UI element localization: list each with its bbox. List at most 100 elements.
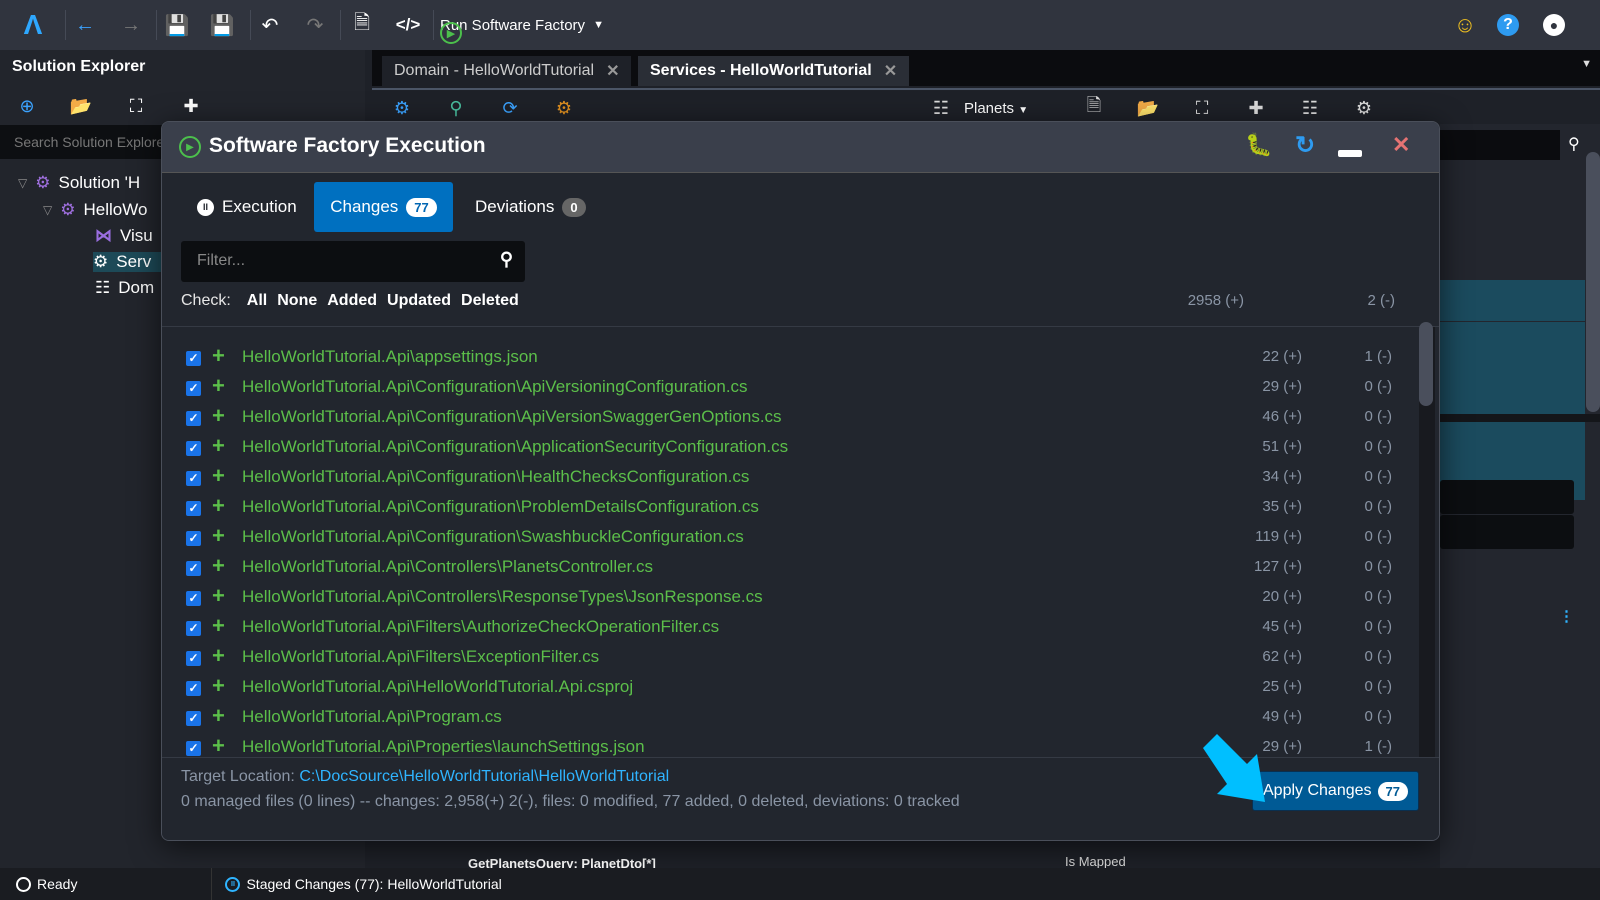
staged-changes-status[interactable]: Staged Changes (77): HelloWorldTutorial — [246, 876, 501, 892]
row-checkbox[interactable]: ✓ — [186, 381, 201, 396]
check-none[interactable]: None — [277, 292, 317, 310]
row-checkbox[interactable]: ✓ — [186, 351, 201, 366]
tree-item-services[interactable]: ⚙ Serv — [93, 252, 163, 272]
file-path[interactable]: HelloWorldTutorial.Api\Configuration\Hea… — [242, 467, 749, 487]
table-row[interactable]: ✓ + HelloWorldTutorial.Api\Configuration\P… — [162, 492, 1417, 522]
diagram-icon[interactable]: ☷ — [1298, 96, 1322, 120]
right-scrollbar[interactable] — [1586, 152, 1600, 412]
open-folder-icon[interactable]: 📂 — [70, 95, 92, 117]
table-row[interactable]: ✓ + HelloWorldTutorial.Api\HelloWorldTutor… — [162, 672, 1417, 702]
right-search[interactable] — [1440, 130, 1560, 160]
add-icon[interactable]: ⊕ — [16, 95, 38, 117]
expand-icon[interactable]: ⛶ — [125, 95, 147, 117]
tree-item-visual-studio[interactable]: ⋈ Visu — [95, 226, 153, 246]
check-deleted[interactable]: Deleted — [461, 292, 519, 310]
api-row[interactable] — [1440, 280, 1585, 321]
tab-execution[interactable]: II Execution — [179, 182, 315, 232]
apply-changes-button[interactable]: Apply Changes 77 — [1252, 771, 1419, 811]
search-icon[interactable]: ⚲ — [500, 249, 513, 270]
file-path[interactable]: HelloWorldTutorial.Api\Configuration\Api… — [242, 407, 782, 427]
file-path[interactable]: HelloWorldTutorial.Api\HelloWorldTutoria… — [242, 677, 633, 697]
expand-arrow-icon[interactable]: ▽ — [18, 176, 27, 190]
table-row[interactable]: ✓ + HelloWorldTutorial.Api\Configuration\A… — [162, 372, 1417, 402]
close-tab-icon[interactable]: ✕ — [606, 61, 619, 81]
gears-icon[interactable]: ⚙ — [552, 96, 576, 120]
file-path[interactable]: HelloWorldTutorial.Api\Filters\Exception… — [242, 647, 599, 667]
settings-icon[interactable]: ⚙ — [1352, 96, 1376, 120]
run-software-factory-button[interactable]: ▶ Run Software Factory ▼ — [440, 10, 604, 44]
feedback-smiley-icon[interactable]: ☺ — [1452, 12, 1478, 38]
query-icon[interactable]: ⚲ — [444, 96, 468, 120]
filter-input[interactable]: Filter... ⚲ — [181, 241, 525, 282]
row-checkbox[interactable]: ✓ — [186, 621, 201, 636]
tab-changes[interactable]: Changes 77 — [314, 182, 453, 232]
row-checkbox[interactable]: ✓ — [186, 741, 201, 756]
save-all-icon[interactable]: 💾 — [209, 12, 235, 38]
close-tab-icon[interactable]: ✕ — [884, 61, 897, 81]
export-icon[interactable]: 🗎 — [349, 12, 375, 38]
row-checkbox[interactable]: ✓ — [186, 501, 201, 516]
property-input[interactable] — [1440, 480, 1574, 514]
collapse-icon[interactable]: ✚ — [180, 95, 202, 117]
row-checkbox[interactable]: ✓ — [186, 531, 201, 546]
table-row[interactable]: ✓ + HelloWorldTutorial.Api\Configuration\S… — [162, 522, 1417, 552]
tab-deviations[interactable]: Deviations 0 — [457, 182, 604, 232]
refresh-icon[interactable]: ↻ — [1295, 131, 1315, 160]
tree-item-app[interactable]: ▽ ⚙ HelloWo — [43, 200, 147, 220]
file-path[interactable]: HelloWorldTutorial.Api\Controllers\Respo… — [242, 587, 763, 607]
collapse-icon[interactable]: ✚ — [1244, 96, 1268, 120]
file-path[interactable]: HelloWorldTutorial.Api\Program.cs — [242, 707, 502, 727]
table-row[interactable]: ✓ + HelloWorldTutorial.Api\Configuration\A… — [162, 432, 1417, 462]
expand-arrow-icon[interactable]: ▽ — [43, 203, 52, 217]
table-row[interactable]: ✓ + HelloWorldTutorial.Api\Configuration\A… — [162, 402, 1417, 432]
row-checkbox[interactable]: ✓ — [186, 681, 201, 696]
tabs-dropdown-icon[interactable]: ▼ — [1581, 58, 1592, 70]
forward-icon[interactable]: → — [118, 12, 144, 38]
code-icon[interactable]: </> — [395, 12, 421, 38]
check-added[interactable]: Added — [327, 292, 377, 310]
table-row[interactable]: ✓ + HelloWorldTutorial.Api\Controllers\Pla… — [162, 552, 1417, 582]
file-path[interactable]: HelloWorldTutorial.Api\Configuration\Api… — [242, 377, 748, 397]
table-row[interactable]: ✓ + HelloWorldTutorial.Api\Filters\Authori… — [162, 612, 1417, 642]
save-icon[interactable]: 💾 — [164, 12, 190, 38]
search-icon[interactable]: ⚲ — [1568, 134, 1580, 154]
row-checkbox[interactable]: ✓ — [186, 411, 201, 426]
tab-services[interactable]: Services - HelloWorldTutorial ✕ — [638, 56, 910, 86]
document-icon[interactable]: 🗎 — [1082, 95, 1106, 120]
undo-icon[interactable]: ↶ — [257, 12, 283, 38]
row-checkbox[interactable]: ✓ — [186, 561, 201, 576]
check-updated[interactable]: Updated — [387, 292, 451, 310]
table-row[interactable]: ✓ + HelloWorldTutorial.Api\Controllers\Res… — [162, 582, 1417, 612]
file-path[interactable]: HelloWorldTutorial.Api\Filters\Authorize… — [242, 617, 719, 637]
row-checkbox[interactable]: ✓ — [186, 711, 201, 726]
table-row[interactable]: ✓ + HelloWorldTutorial.Api\appsettings.jso… — [162, 342, 1417, 372]
file-path[interactable]: HelloWorldTutorial.Api\Configuration\Pro… — [242, 497, 759, 517]
tree-item-domain[interactable]: ☷ Dom — [95, 278, 154, 298]
back-icon[interactable]: ← — [72, 12, 98, 38]
api-row[interactable] — [1440, 322, 1585, 411]
file-path[interactable]: HelloWorldTutorial.Api\Controllers\Plane… — [242, 557, 653, 577]
service-icon[interactable]: ⚙ — [390, 96, 414, 120]
account-icon[interactable]: ● — [1543, 14, 1565, 36]
close-icon[interactable]: ✕ — [1392, 132, 1410, 158]
expand-icon[interactable]: ⛶ — [1190, 96, 1214, 120]
row-checkbox[interactable]: ✓ — [186, 441, 201, 456]
tab-domain[interactable]: Domain - HelloWorldTutorial ✕ — [382, 56, 632, 86]
table-row[interactable]: ✓ + HelloWorldTutorial.Api\Filters\Excepti… — [162, 642, 1417, 672]
tree-item-solution[interactable]: ▽ ⚙ Solution 'H — [18, 173, 140, 193]
command-icon[interactable]: ⟳ — [498, 96, 522, 120]
row-checkbox[interactable]: ✓ — [186, 471, 201, 486]
diagram-selector[interactable]: Planets ▼ — [964, 100, 1028, 117]
file-path[interactable]: HelloWorldTutorial.Api\Configuration\App… — [242, 437, 788, 457]
help-icon[interactable]: ? — [1497, 14, 1519, 36]
property-select[interactable] — [1440, 515, 1574, 549]
redo-icon[interactable]: ↷ — [302, 12, 328, 38]
file-path[interactable]: HelloWorldTutorial.Api\Properties\launch… — [242, 737, 645, 757]
check-all[interactable]: All — [247, 292, 267, 310]
list-scrollbar-thumb[interactable] — [1419, 322, 1433, 406]
row-checkbox[interactable]: ✓ — [186, 591, 201, 606]
minimize-icon[interactable] — [1338, 150, 1362, 157]
file-path[interactable]: HelloWorldTutorial.Api\Configuration\Swa… — [242, 527, 744, 547]
open-folder-icon[interactable]: 📂 — [1136, 96, 1160, 120]
target-path-link[interactable]: C:\DocSource\HelloWorldTutorial\HelloWor… — [299, 768, 669, 785]
